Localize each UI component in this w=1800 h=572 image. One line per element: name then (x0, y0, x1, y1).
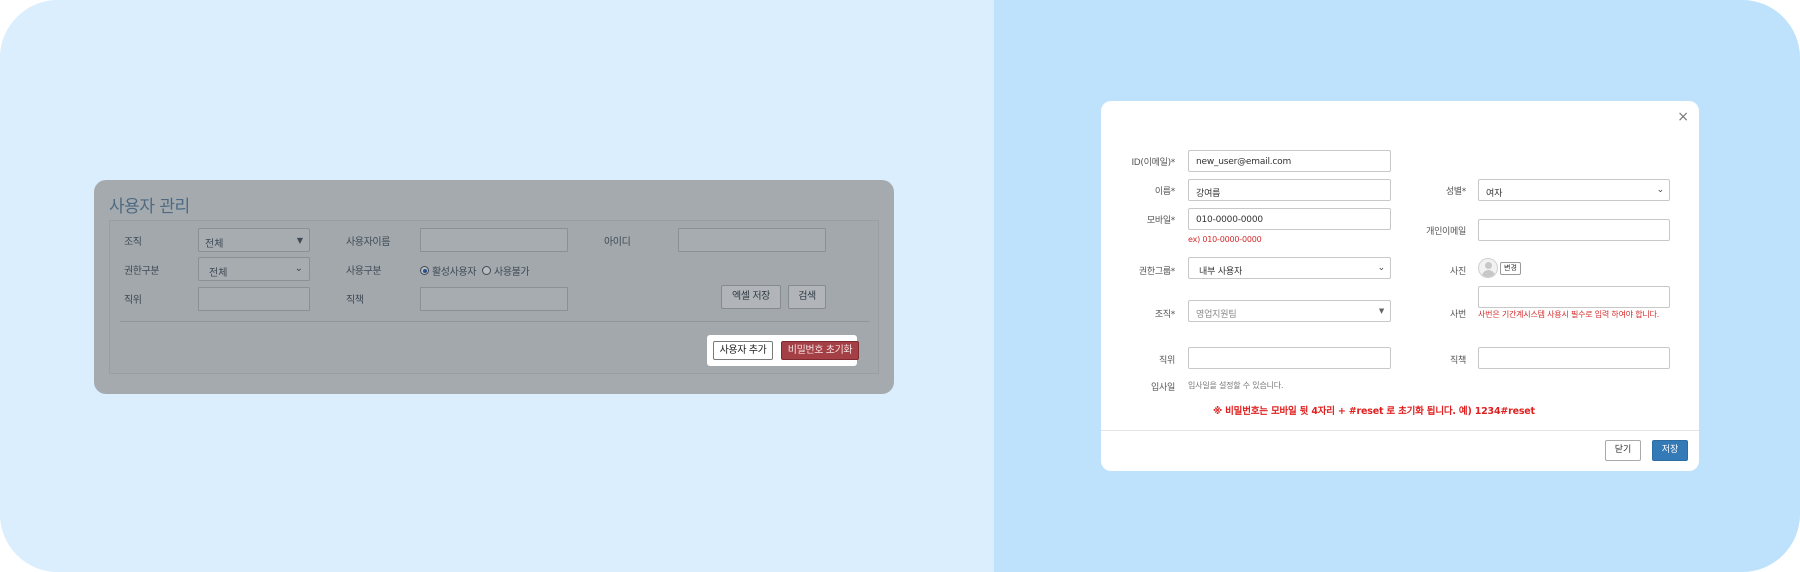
add-user-button[interactable]: 사용자 추가 (713, 341, 773, 360)
id-input[interactable] (678, 228, 826, 252)
mobile-hint: ex) 010-0000-0000 (1188, 235, 1262, 244)
reset-password-button[interactable]: 비밀번호 초기화 (781, 341, 859, 360)
gender-select[interactable]: 여자 ⌄ (1478, 179, 1670, 201)
position-input[interactable] (198, 287, 310, 311)
join-date-hint: 입사일을 설정할 수 있습니다. (1188, 381, 1284, 390)
org-select-value: 전체 (205, 239, 224, 250)
page-title: 사용자 관리 (109, 197, 190, 217)
org-select[interactable]: 전체 ▼ (198, 228, 310, 252)
position-input[interactable] (1188, 347, 1391, 369)
avatar-icon (1478, 258, 1498, 278)
chevron-down-icon: ▼ (296, 236, 303, 245)
id-email-label: ID(이메일)* (1131, 158, 1175, 168)
duty-label: 직책 (346, 295, 364, 306)
emp-no-input[interactable] (1478, 286, 1670, 308)
name-input[interactable]: 강여름 (1188, 179, 1391, 201)
mobile-input[interactable]: 010-0000-0000 (1188, 208, 1391, 230)
radio-empty-icon (482, 266, 492, 275)
usage-active-option[interactable]: 활성사용자 (420, 263, 476, 278)
position-label: 직위 (124, 295, 142, 306)
photo-change-button[interactable]: 변경 (1500, 262, 1521, 275)
add-user-modal: × ID(이메일)* new_user@email.com 이름* 강여름 성별… (1101, 101, 1699, 471)
usage-disabled-label: 사용불가 (494, 267, 530, 278)
close-button[interactable]: 닫기 (1605, 440, 1641, 461)
personal-email-input[interactable] (1478, 219, 1670, 241)
search-button[interactable]: 검색 (788, 285, 826, 309)
left-panel: 사용자 관리 조직 전체 ▼ 사용자이름 아이디 권한구분 전체 ⌄ 사용구분 (0, 0, 994, 572)
gender-select-value: 여자 (1486, 189, 1503, 199)
name-label: 이름* (1154, 187, 1175, 197)
canvas: 사용자 관리 조직 전체 ▼ 사용자이름 아이디 권한구분 전체 ⌄ 사용구분 (0, 0, 1800, 572)
usage-active-label: 활성사용자 (432, 267, 477, 278)
radio-selected-icon (420, 266, 429, 275)
join-date-label: 입사일 (1151, 383, 1175, 393)
password-reset-notice: ※ 비밀번호는 모바일 뒷 4자리 + #reset 로 초기화 됩니다. 예)… (1213, 406, 1535, 417)
auth-select[interactable]: 전체 ⌄ (198, 257, 310, 281)
auth-group-label: 권한그룹* (1138, 267, 1175, 277)
personal-email-label: 개인이메일 (1426, 227, 1466, 237)
auth-select-value: 전체 (209, 268, 228, 279)
chevron-down-icon: ⌄ (1656, 185, 1665, 195)
duty-label: 직책 (1450, 356, 1466, 366)
usage-disabled-option[interactable]: 사용불가 (482, 263, 530, 278)
username-label: 사용자이름 (346, 237, 391, 248)
id-label: 아이디 (604, 237, 631, 248)
divider (120, 321, 870, 322)
usage-label: 사용구분 (346, 266, 382, 277)
close-icon[interactable]: × (1677, 109, 1689, 125)
auth-group-select[interactable]: 내부 사용자 ⌄ (1188, 257, 1391, 279)
usage-radio-group: 활성사용자 사용불가 (420, 263, 535, 278)
auth-group-select-value: 내부 사용자 (1199, 267, 1243, 277)
gender-label: 성별* (1445, 187, 1466, 197)
excel-save-button[interactable]: 엑셀 저장 (721, 285, 781, 309)
auth-label: 권한구분 (124, 266, 160, 277)
position-label: 직위 (1159, 356, 1175, 366)
org-select[interactable]: 영업지원팀 ▼ (1188, 300, 1391, 322)
duty-input[interactable] (420, 287, 568, 311)
save-button[interactable]: 저장 (1652, 440, 1688, 461)
chevron-down-icon: ⌄ (294, 263, 303, 274)
org-select-value: 영업지원팀 (1196, 310, 1237, 320)
org-label: 조직* (1154, 310, 1175, 320)
chevron-down-icon: ▼ (1378, 307, 1384, 315)
user-management-page: 사용자 관리 조직 전체 ▼ 사용자이름 아이디 권한구분 전체 ⌄ 사용구분 (94, 180, 894, 394)
modal-footer-divider (1101, 430, 1699, 431)
username-input[interactable] (420, 228, 568, 252)
emp-no-label: 사번 (1450, 310, 1466, 320)
chevron-down-icon: ⌄ (1377, 263, 1386, 273)
emp-no-hint: 사번은 기간계시스템 사용시 필수로 입력 하여야 합니다. (1478, 310, 1660, 319)
org-label: 조직 (124, 237, 142, 248)
mobile-label: 모바일* (1146, 216, 1175, 226)
action-button-group: 사용자 추가 비밀번호 초기화 (707, 335, 859, 366)
photo-label: 사진 (1450, 267, 1466, 277)
id-email-input[interactable]: new_user@email.com (1188, 150, 1391, 172)
duty-input[interactable] (1478, 347, 1670, 369)
